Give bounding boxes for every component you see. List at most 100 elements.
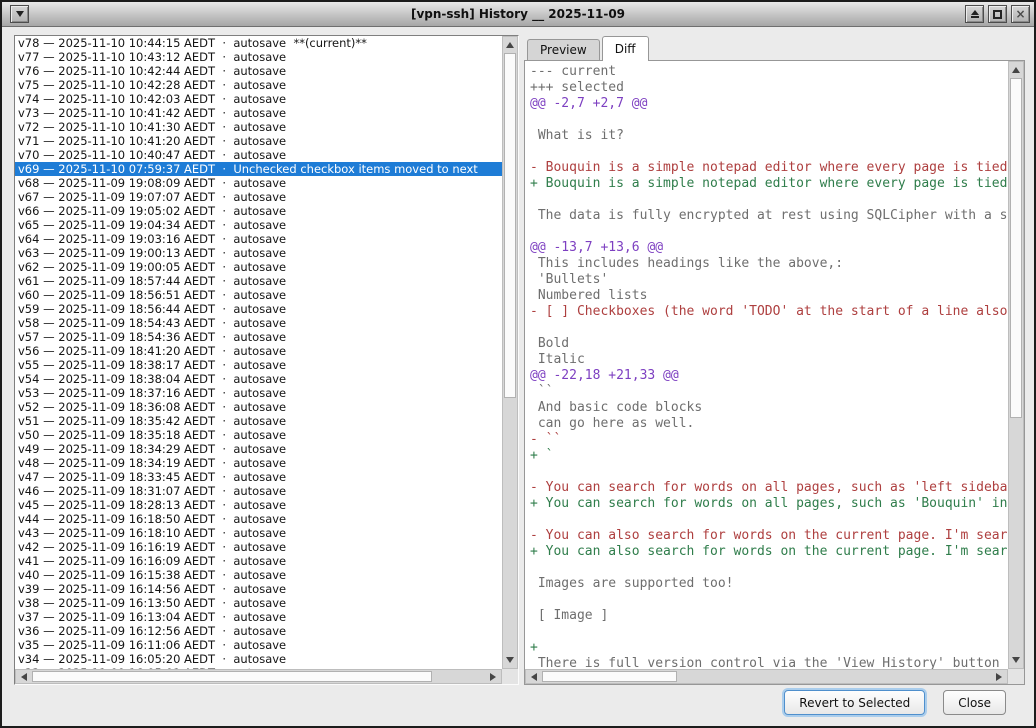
diff-vscroll-thumb[interactable]	[1010, 78, 1022, 418]
list-item[interactable]: v54 — 2025-11-09 18:38:04 AEDT · autosav…	[15, 372, 502, 386]
list-item[interactable]: v39 — 2025-11-09 16:14:56 AEDT · autosav…	[15, 582, 502, 596]
list-item[interactable]: v70 — 2025-11-10 10:40:47 AEDT · autosav…	[15, 148, 502, 162]
list-item[interactable]: v75 — 2025-11-10 10:42:28 AEDT · autosav…	[15, 78, 502, 92]
list-horizontal-scrollbar[interactable]	[15, 669, 502, 684]
close-window-button[interactable]: ×	[1011, 5, 1030, 23]
list-item[interactable]: v38 — 2025-11-09 16:13:50 AEDT · autosav…	[15, 596, 502, 610]
scroll-up-icon[interactable]	[503, 37, 517, 53]
list-item[interactable]: v50 — 2025-11-09 18:35:18 AEDT · autosav…	[15, 428, 502, 442]
window-menu-button[interactable]	[10, 5, 29, 23]
preview-diff-notebook: PreviewDiff --- current+++ selected@@ -2…	[524, 35, 1025, 685]
diff-line-del: - You can search for words on all pages,…	[530, 480, 1008, 496]
version-history-list[interactable]: v78 — 2025-11-10 10:44:15 AEDT · autosav…	[15, 36, 502, 669]
list-item[interactable]: v55 — 2025-11-09 18:38:17 AEDT · autosav…	[15, 358, 502, 372]
diff-line-ctx: Images are supported too!	[530, 576, 1008, 592]
list-item[interactable]: v74 — 2025-11-10 10:42:03 AEDT · autosav…	[15, 92, 502, 106]
list-item[interactable]: v62 — 2025-11-09 19:00:05 AEDT · autosav…	[15, 260, 502, 274]
list-item[interactable]: v40 — 2025-11-09 16:15:38 AEDT · autosav…	[15, 568, 502, 582]
list-item[interactable]: v41 — 2025-11-09 16:16:09 AEDT · autosav…	[15, 554, 502, 568]
list-item[interactable]: v46 — 2025-11-09 18:31:07 AEDT · autosav…	[15, 484, 502, 498]
tab-preview[interactable]: Preview	[527, 39, 600, 60]
maximize-button[interactable]	[988, 5, 1007, 23]
scroll-right-icon[interactable]	[485, 670, 501, 683]
dialog-content: v78 — 2025-11-10 10:44:15 AEDT · autosav…	[2, 27, 1034, 726]
diff-line-add: + `	[530, 448, 1008, 464]
diff-text-area[interactable]: --- current+++ selected@@ -2,7 +2,7 @@ W…	[525, 61, 1008, 669]
footer-button-row: Revert to Selected Close	[784, 690, 1006, 715]
scroll-down-icon[interactable]	[503, 652, 517, 668]
scroll-up-icon[interactable]	[1009, 62, 1023, 78]
diff-line-header: +++ selected	[530, 80, 1008, 96]
diff-line-blank	[530, 592, 1008, 608]
diff-line-del: - ``	[530, 432, 1008, 448]
list-item[interactable]: v48 — 2025-11-09 18:34:19 AEDT · autosav…	[15, 456, 502, 470]
diff-line-hunk: @@ -13,7 +13,6 @@	[530, 240, 1008, 256]
list-item[interactable]: v58 — 2025-11-09 18:54:43 AEDT · autosav…	[15, 316, 502, 330]
titlebar[interactable]: [vpn-ssh] History __ 2025-11-09 ×	[2, 2, 1034, 27]
list-item[interactable]: v34 — 2025-11-09 16:05:20 AEDT · autosav…	[15, 652, 502, 666]
list-item[interactable]: v35 — 2025-11-09 16:11:06 AEDT · autosav…	[15, 638, 502, 652]
list-item[interactable]: v45 — 2025-11-09 18:28:13 AEDT · autosav…	[15, 498, 502, 512]
diff-line-add: +	[530, 640, 1008, 656]
list-item[interactable]: v51 — 2025-11-09 18:35:42 AEDT · autosav…	[15, 414, 502, 428]
scroll-right-icon[interactable]	[991, 670, 1007, 683]
window-title: [vpn-ssh] History __ 2025-11-09	[2, 7, 1034, 21]
diff-line-blank	[530, 560, 1008, 576]
list-item[interactable]: v78 — 2025-11-10 10:44:15 AEDT · autosav…	[15, 36, 502, 50]
scroll-left-icon[interactable]	[16, 670, 32, 683]
shade-icon	[971, 10, 979, 18]
list-item[interactable]: v56 — 2025-11-09 18:41:20 AEDT · autosav…	[15, 344, 502, 358]
list-item[interactable]: v61 — 2025-11-09 18:57:44 AEDT · autosav…	[15, 274, 502, 288]
list-item[interactable]: v63 — 2025-11-09 19:00:13 AEDT · autosav…	[15, 246, 502, 260]
list-item[interactable]: v77 — 2025-11-10 10:43:12 AEDT · autosav…	[15, 50, 502, 64]
list-item[interactable]: v43 — 2025-11-09 16:18:10 AEDT · autosav…	[15, 526, 502, 540]
diff-vertical-scrollbar[interactable]	[1008, 61, 1024, 669]
list-item[interactable]: v72 — 2025-11-10 10:41:30 AEDT · autosav…	[15, 120, 502, 134]
shade-button[interactable]	[965, 5, 984, 23]
diff-line-ctx: There is full version control via the 'V…	[530, 656, 1008, 669]
list-item[interactable]: v59 — 2025-11-09 18:56:44 AEDT · autosav…	[15, 302, 502, 316]
list-item[interactable]: v37 — 2025-11-09 16:13:04 AEDT · autosav…	[15, 610, 502, 624]
list-hscroll-thumb[interactable]	[32, 671, 432, 682]
list-item[interactable]: v60 — 2025-11-09 18:56:51 AEDT · autosav…	[15, 288, 502, 302]
list-item[interactable]: v73 — 2025-11-10 10:41:42 AEDT · autosav…	[15, 106, 502, 120]
diff-line-blank	[530, 624, 1008, 640]
list-item[interactable]: v64 — 2025-11-09 19:03:16 AEDT · autosav…	[15, 232, 502, 246]
list-item[interactable]: v36 — 2025-11-09 16:12:56 AEDT · autosav…	[15, 624, 502, 638]
diff-line-blank	[530, 192, 1008, 208]
scroll-down-icon[interactable]	[1009, 652, 1023, 668]
list-item[interactable]: v66 — 2025-11-09 19:05:02 AEDT · autosav…	[15, 204, 502, 218]
list-item[interactable]: v71 — 2025-11-10 10:41:20 AEDT · autosav…	[15, 134, 502, 148]
diff-hscroll-thumb[interactable]	[542, 671, 677, 682]
list-item[interactable]: v49 — 2025-11-09 18:34:29 AEDT · autosav…	[15, 442, 502, 456]
list-item[interactable]: v42 — 2025-11-09 16:16:19 AEDT · autosav…	[15, 540, 502, 554]
close-icon: ×	[1015, 8, 1025, 20]
scroll-left-icon[interactable]	[526, 670, 542, 683]
close-button[interactable]: Close	[943, 690, 1006, 715]
diff-line-ctx: The data is fully encrypted at rest usin…	[530, 208, 1008, 224]
list-vscroll-thumb[interactable]	[504, 53, 516, 398]
diff-line-ctx: Italic	[530, 352, 1008, 368]
diff-line-blank	[530, 224, 1008, 240]
diff-line-del: - Bouquin is a simple notepad editor whe…	[530, 160, 1008, 176]
list-item[interactable]: v67 — 2025-11-09 19:07:07 AEDT · autosav…	[15, 190, 502, 204]
list-item[interactable]: v53 — 2025-11-09 18:37:16 AEDT · autosav…	[15, 386, 502, 400]
list-item[interactable]: v47 — 2025-11-09 18:33:45 AEDT · autosav…	[15, 470, 502, 484]
revert-to-selected-button[interactable]: Revert to Selected	[784, 690, 925, 715]
maximize-icon	[993, 10, 1002, 19]
tab-diff[interactable]: Diff	[602, 36, 649, 61]
list-item[interactable]: v57 — 2025-11-09 18:54:36 AEDT · autosav…	[15, 330, 502, 344]
diff-horizontal-scrollbar[interactable]	[525, 669, 1008, 684]
list-item[interactable]: v52 — 2025-11-09 18:36:08 AEDT · autosav…	[15, 400, 502, 414]
diff-pane: --- current+++ selected@@ -2,7 +2,7 @@ W…	[524, 60, 1025, 685]
diff-line-add: + Bouquin is a simple notepad editor whe…	[530, 176, 1008, 192]
diff-line-blank	[530, 144, 1008, 160]
list-item[interactable]: v65 — 2025-11-09 19:04:34 AEDT · autosav…	[15, 218, 502, 232]
diff-line-ctx: 'Bullets'	[530, 272, 1008, 288]
list-item[interactable]: v44 — 2025-11-09 16:18:50 AEDT · autosav…	[15, 512, 502, 526]
list-item[interactable]: v68 — 2025-11-09 19:08:09 AEDT · autosav…	[15, 176, 502, 190]
list-item[interactable]: v76 — 2025-11-10 10:42:44 AEDT · autosav…	[15, 64, 502, 78]
list-item-selected[interactable]: v69 — 2025-11-10 07:59:37 AEDT · Uncheck…	[15, 162, 502, 176]
list-vertical-scrollbar[interactable]	[502, 36, 518, 669]
diff-line-ctx: [ Image ]	[530, 608, 1008, 624]
